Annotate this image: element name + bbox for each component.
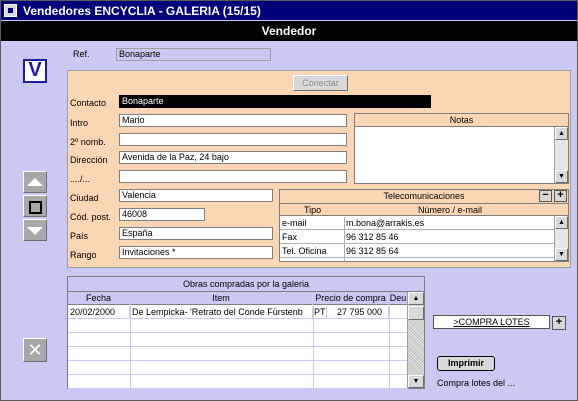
obra-deu — [389, 306, 408, 319]
obras-divider — [130, 306, 131, 388]
telecom-tipo: Fax — [282, 232, 298, 242]
arrow-down-icon — [27, 227, 43, 235]
compra-lotes-del-label: Compra lotes del ... — [437, 378, 516, 388]
compra-lotes-link[interactable]: >COMPRA LOTES — [433, 315, 550, 329]
ref-label: Ref. — [73, 49, 90, 59]
obras-row[interactable] — [68, 348, 408, 361]
ciudad-field[interactable]: Valencia — [119, 189, 273, 202]
segundo-nombre-label: 2º nomb. — [70, 137, 106, 147]
previous-record-button[interactable] — [23, 171, 47, 193]
scroll-down-icon[interactable]: ▼ — [555, 170, 568, 183]
obra-moneda: PT — [314, 306, 327, 319]
square-icon — [29, 201, 42, 214]
obras-row[interactable] — [68, 334, 408, 347]
conectar-button[interactable]: Conectar — [293, 75, 348, 91]
current-record-button[interactable] — [23, 195, 47, 217]
pais-label: País — [70, 231, 89, 241]
codpost-field[interactable]: 46008 — [119, 208, 205, 221]
telecom-row[interactable]: Fax 96 312 85 46 — [280, 231, 554, 244]
obra-fecha: 20/02/2000 — [68, 306, 130, 319]
segundo-nombre-field[interactable] — [119, 133, 347, 146]
obras-columns: Fecha Item Precio de compra Deu — [68, 292, 408, 305]
telecom-row[interactable]: e-mail m.bona@arrakis.es — [280, 217, 554, 230]
obra-precio: 27 795 000 — [327, 306, 389, 319]
col-deu: Deu — [389, 292, 408, 305]
notas-box[interactable]: Notas ▲ ▼ — [354, 113, 569, 184]
obras-divider — [313, 306, 314, 388]
scroll-up-icon[interactable]: ▲ — [555, 127, 568, 140]
plus-icon[interactable]: + — [554, 190, 567, 202]
telecom-numero: m.bona@arrakis.es — [346, 218, 425, 228]
direccion-label: Dirección — [70, 155, 108, 165]
scroll-down-icon[interactable]: ▼ — [555, 248, 568, 261]
arrow-up-icon — [27, 178, 43, 186]
telecom-columns: Tipo Número / e-mail — [280, 204, 568, 216]
delete-button[interactable]: ✕ — [23, 338, 47, 362]
obra-item: De Lempicka- 'Retrato del Conde Fürstenb — [130, 306, 313, 319]
plus-icon[interactable]: + — [552, 316, 566, 330]
notas-title: Notas — [355, 114, 568, 127]
obras-title: Obras compradas por la galeria — [68, 277, 424, 292]
telecom-tipo: Tel. Oficina — [282, 246, 327, 256]
col-precio: Precio de compra — [313, 292, 389, 305]
telecom-numero: 96 312 85 46 — [346, 232, 399, 242]
next-record-button[interactable] — [23, 219, 47, 241]
telecom-divider — [344, 217, 345, 261]
scroll-down-icon[interactable]: ▼ — [408, 375, 424, 388]
obras-row[interactable]: 20/02/2000 De Lempicka- 'Retrato del Con… — [68, 306, 408, 319]
app-icon — [4, 4, 17, 17]
rango-field[interactable]: Invitaciones * — [119, 246, 273, 259]
telecom-table: Telecomunicaciones − + Tipo Número / e-m… — [279, 189, 569, 262]
telecom-header: Telecomunicaciones − + — [280, 190, 568, 204]
scroll-up-icon[interactable]: ▲ — [555, 216, 568, 229]
obras-row[interactable] — [68, 320, 408, 333]
title-bar[interactable]: Vendedores ENCYCLIA - GALERIA (15/15) — [1, 1, 577, 20]
pais-field[interactable]: España — [119, 227, 273, 240]
scroll-up-icon[interactable]: ▲ — [408, 292, 424, 305]
close-icon: ✕ — [27, 340, 43, 360]
header-title: Vendedor — [1, 21, 577, 41]
scroll-thumb[interactable] — [408, 306, 424, 320]
col-tipo: Tipo — [304, 205, 322, 215]
window-title: Vendedores ENCYCLIA - GALERIA (15/15) — [23, 4, 261, 18]
col-item: Item — [130, 292, 313, 305]
obras-row[interactable] — [68, 376, 408, 389]
telecom-tipo: e-mail — [282, 218, 307, 228]
imprimir-button[interactable]: Imprimir — [437, 356, 495, 371]
minus-icon[interactable]: − — [539, 190, 552, 202]
col-numero: Número / e-mail — [418, 205, 483, 215]
obras-divider — [389, 306, 390, 388]
ref-field[interactable]: Bonaparte — [116, 48, 271, 61]
obras-table: Obras compradas por la galeria Fecha Ite… — [67, 276, 425, 389]
codpost-label: Cód. post. — [70, 212, 112, 222]
telecom-numero: 96 312 85 64 — [346, 246, 399, 256]
contacto-field[interactable]: Bonaparte — [119, 95, 431, 108]
obras-scrollbar[interactable]: ▲ ▼ — [407, 292, 424, 388]
intro-label: Intro — [70, 118, 89, 128]
direccion2-label: ..../... — [70, 174, 91, 184]
obras-row[interactable] — [68, 362, 408, 375]
telecom-row[interactable]: Tel. Oficina 96 312 85 64 — [280, 245, 554, 258]
v-button[interactable]: V — [23, 59, 47, 83]
rango-label: Rango — [70, 250, 97, 260]
direccion2-field[interactable] — [119, 170, 347, 183]
col-fecha: Fecha — [68, 292, 130, 305]
notas-scrollbar[interactable]: ▲ ▼ — [554, 127, 568, 183]
contacto-label: Contacto — [70, 98, 107, 108]
ciudad-label: Ciudad — [70, 193, 99, 203]
main-window: Vendedores ENCYCLIA - GALERIA (15/15) Ve… — [0, 0, 578, 401]
direccion-field[interactable]: Avenida de la Paz, 24 bajo — [119, 151, 347, 164]
intro-field[interactable]: Mario — [119, 114, 347, 127]
telecom-title: Telecomunicaciones — [383, 191, 465, 201]
telecom-scrollbar[interactable]: ▲ ▼ — [554, 216, 568, 261]
